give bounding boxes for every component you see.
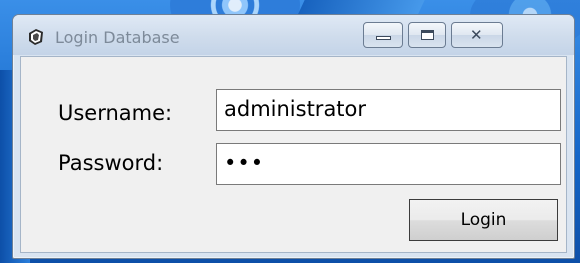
login-form: Username: administrator Password: ••• Lo…	[20, 56, 567, 253]
minimize-icon	[376, 36, 391, 40]
title-bar[interactable]: Login Database ✕	[13, 15, 574, 55]
password-field[interactable]: •••	[216, 143, 561, 185]
username-field[interactable]: administrator	[216, 89, 561, 131]
minimize-button[interactable]	[363, 22, 403, 48]
close-icon: ✕	[470, 26, 483, 44]
maximize-icon	[421, 30, 434, 40]
login-window: Login Database ✕ Username: administrator…	[12, 14, 575, 259]
app-icon	[29, 29, 43, 45]
maximize-button[interactable]	[408, 22, 446, 48]
login-button[interactable]: Login	[409, 199, 558, 241]
close-button[interactable]: ✕	[451, 22, 503, 48]
password-label: Password:	[58, 151, 164, 175]
username-label: Username:	[58, 101, 173, 125]
window-title: Login Database	[55, 28, 180, 47]
